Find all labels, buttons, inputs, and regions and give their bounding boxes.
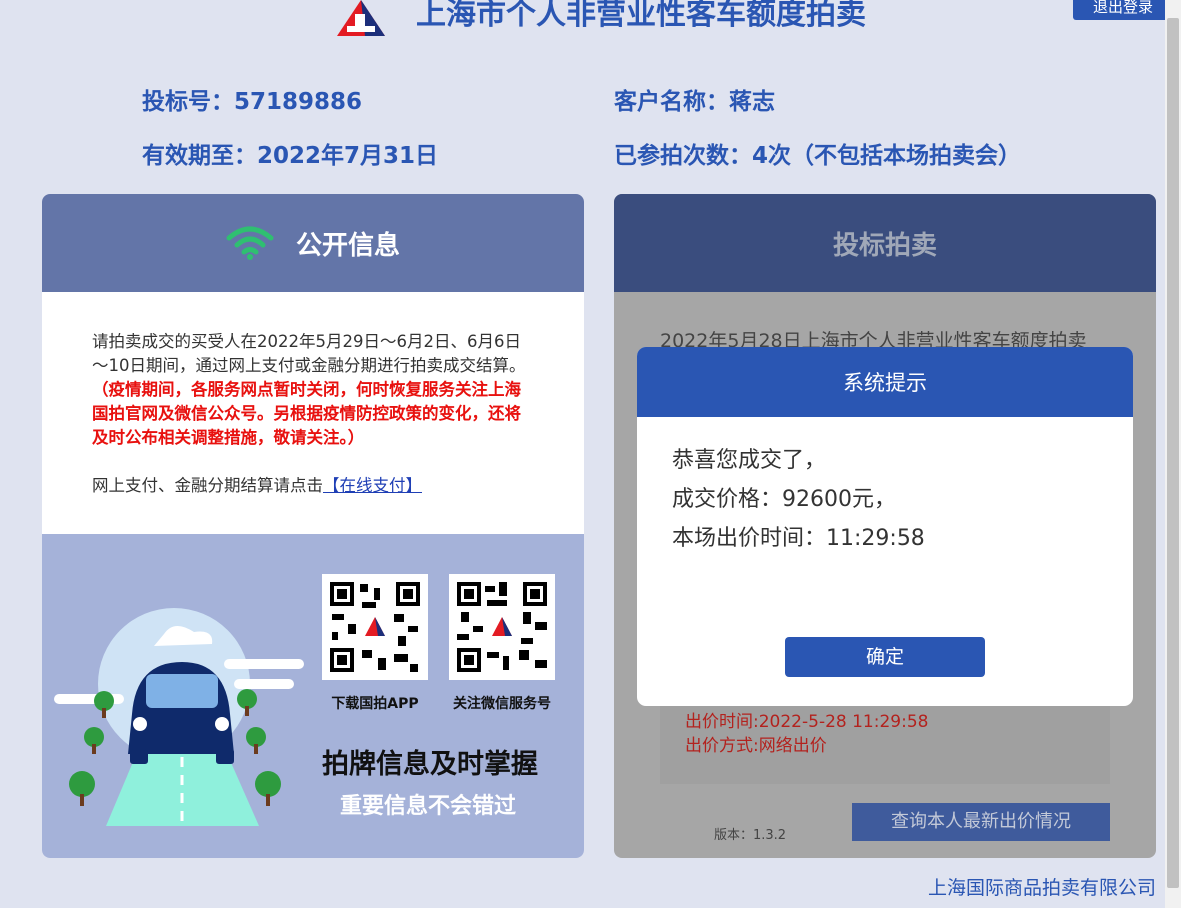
promo-banner: 下载国拍APP 关注微信服务号 拍牌信息及时掌握 重要信息不会错过 <box>42 534 584 858</box>
logout-button[interactable]: 退出登录 <box>1073 0 1173 20</box>
bid-time: 出价时间:2022-5-28 11:29:58 <box>685 712 929 732</box>
footer-company: 上海国际商品拍卖有限公司 <box>927 877 1156 899</box>
scrollbar[interactable] <box>1165 0 1181 908</box>
dialog-line-congrats: 恭喜您成交了， <box>672 448 827 473</box>
public-info-panel: 公开信息 请拍卖成交的买受人在2022年5月29日～6月2日、6月6日～10日期… <box>42 194 584 858</box>
dialog-body: 恭喜您成交了， 成交价格：92600元， 本场出价时间：11:29:58 <box>637 417 1133 558</box>
query-latest-bid-button[interactable]: 查询本人最新出价情况 <box>852 803 1110 841</box>
system-alert-dialog: 系统提示 恭喜您成交了， 成交价格：92600元， 本场出价时间：11:29:5… <box>637 347 1133 706</box>
page-title: 上海市个人非营业性客车额度拍卖 <box>416 0 866 32</box>
dialog-line-time: 本场出价时间：11:29:58 <box>672 526 925 551</box>
customer-name: 客户名称：蒋志 <box>614 89 775 115</box>
notice-text: 请拍卖成交的买受人在2022年5月29日～6月2日、6月6日～10日期间，通过网… <box>92 332 526 375</box>
bid-number: 投标号：57189886 <box>142 89 363 115</box>
settlement-notice: 请拍卖成交的买受人在2022年5月29日～6月2日、6月6日～10日期间，通过网… <box>42 292 584 498</box>
payment-line: 网上支付、金融分期结算请点击【在线支付】 <box>92 474 534 498</box>
dialog-title: 系统提示 <box>637 347 1133 417</box>
wifi-icon <box>226 226 274 260</box>
promo-title: 拍牌信息及时掌握 <box>322 749 538 780</box>
epidemic-notice: （疫情期间，各服务网点暂时关闭，何时恢复服务关注上海国拍官网及微信公众号。另根据… <box>92 380 521 447</box>
public-info-title: 公开信息 <box>295 230 400 261</box>
car-illustration <box>54 608 304 826</box>
qr-code-icon <box>322 574 428 680</box>
valid-until: 有效期至：2022年7月31日 <box>142 143 439 169</box>
participation-count: 已参拍次数：4次（不包括本场拍卖会） <box>614 143 1022 169</box>
confirm-button[interactable]: 确定 <box>785 637 985 677</box>
promo-subtitle: 重要信息不会错过 <box>340 794 517 819</box>
scrollbar-thumb[interactable] <box>1167 18 1179 888</box>
bid-info: 出价时间:2022-5-28 11:29:58 出价方式:网络出价 <box>660 704 1110 784</box>
bid-method: 出价方式:网络出价 <box>685 736 827 756</box>
qr-wechat-label: 关注微信服务号 <box>453 696 551 712</box>
payment-text: 网上支付、金融分期结算请点击 <box>92 476 323 495</box>
logo-icon <box>337 0 385 36</box>
version-label: 版本：1.3.2 <box>714 828 787 843</box>
auction-header: 投标拍卖 <box>614 194 1156 292</box>
qr-app-label: 下载国拍APP <box>331 696 419 712</box>
online-payment-link[interactable]: 【在线支付】 <box>323 476 422 495</box>
public-info-header: 公开信息 <box>42 194 584 292</box>
qr-code-icon <box>449 574 555 680</box>
dialog-line-price: 成交价格：92600元， <box>672 487 896 512</box>
